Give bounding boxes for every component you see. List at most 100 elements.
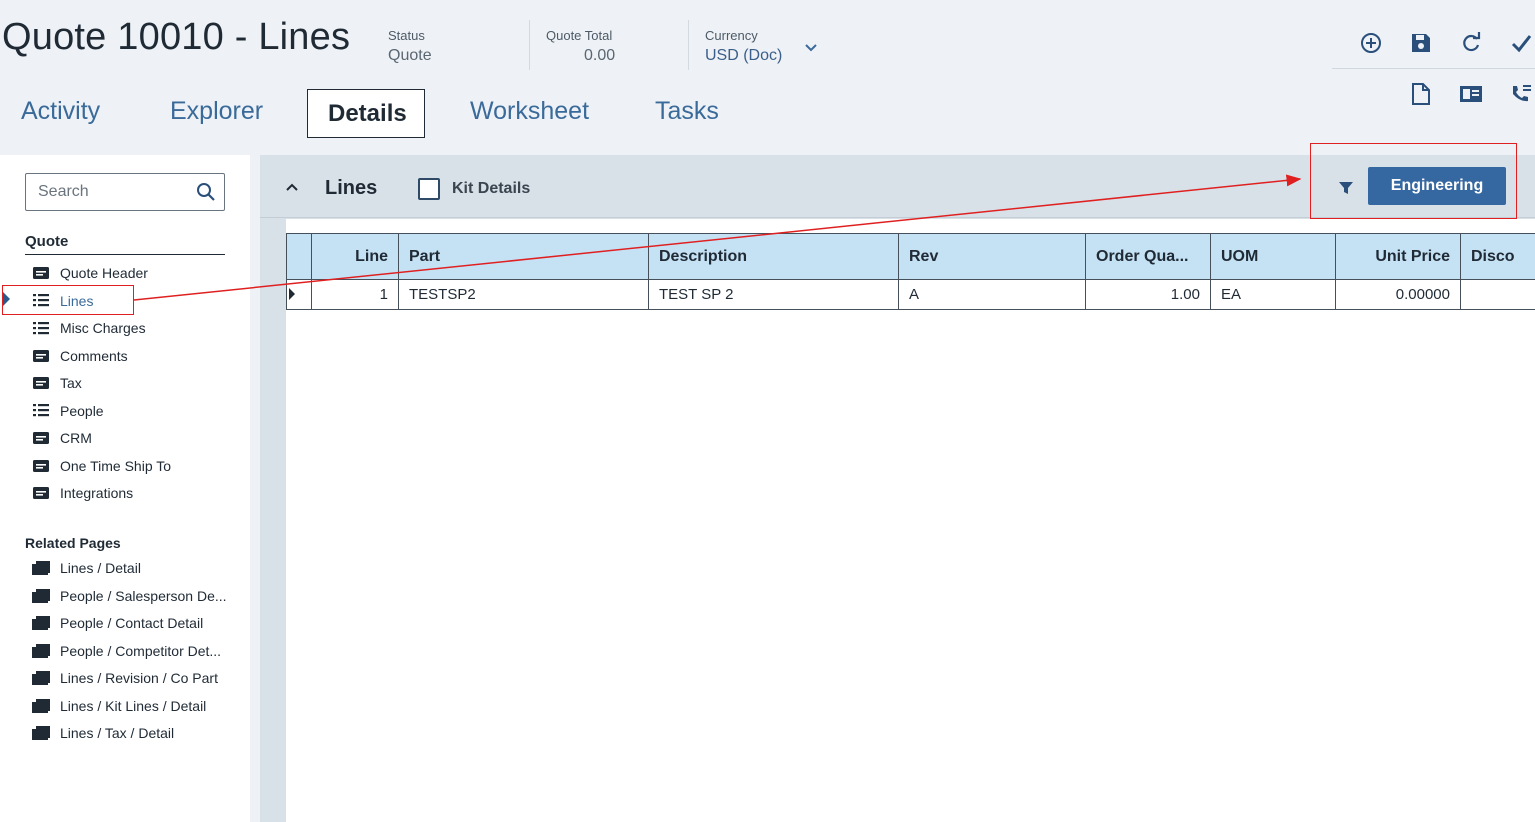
cell-line[interactable]: 1	[311, 279, 399, 310]
cell-discount[interactable]	[1460, 279, 1535, 310]
nav-section-related: Related Pages	[25, 535, 121, 551]
card-icon	[32, 486, 50, 500]
refresh-icon[interactable]	[1458, 30, 1484, 56]
currency-value[interactable]: USD (Doc)	[705, 46, 782, 66]
tab-activity[interactable]: Activity	[21, 88, 100, 137]
current-row-icon	[289, 288, 295, 300]
save-icon[interactable]	[1408, 30, 1434, 56]
sidebar-item-label: Integrations	[60, 485, 134, 501]
header-divider	[688, 20, 689, 70]
related-page-label: Lines / Revision / Co Part	[60, 670, 218, 686]
card-icon	[32, 431, 50, 445]
add-icon[interactable]	[1358, 30, 1384, 56]
sidebar-item-lines[interactable]: Lines	[32, 290, 93, 312]
pages-icon	[32, 671, 50, 685]
row-selector[interactable]	[286, 279, 312, 310]
sidebar-item-label: Lines	[60, 292, 94, 309]
card-icon	[32, 349, 50, 363]
column-header-line[interactable]: Line	[311, 233, 399, 280]
page-header: Quote 10010 - Lines Status Quote Quote T…	[0, 0, 1535, 155]
status-value: Quote	[388, 47, 432, 64]
pages-icon	[32, 643, 50, 658]
search-input[interactable]	[26, 174, 186, 210]
status-label: Status	[388, 28, 425, 43]
row-selector-header	[286, 233, 312, 280]
related-page-link[interactable]: Lines / Revision / Co Part	[32, 667, 218, 689]
sidebar-item-quote-header[interactable]: Quote Header	[32, 262, 148, 284]
tab-worksheet[interactable]: Worksheet	[470, 88, 589, 137]
pages-icon	[32, 561, 50, 575]
column-header-uom[interactable]: UOM	[1210, 233, 1336, 280]
column-header-unit-price[interactable]: Unit Price	[1335, 233, 1461, 280]
pages-icon	[32, 616, 50, 630]
cell-rev[interactable]: A	[898, 279, 1086, 310]
sidebar-item-misc-charges[interactable]: Misc Charges	[32, 317, 146, 339]
sidebar-item-label: Quote Header	[60, 265, 148, 281]
related-page-label: People / Competitor Det...	[60, 642, 222, 659]
clear-icon[interactable]	[1508, 30, 1534, 56]
quote-total-value: 0.00	[584, 47, 616, 64]
tab-tasks[interactable]: Tasks	[655, 88, 719, 137]
kit-details-checkbox[interactable]	[418, 178, 440, 200]
quote-total-field: Quote Total 0.00	[546, 26, 615, 66]
lines-grid: Line Part Description Rev Order Qua... U…	[286, 233, 1535, 310]
related-page-link[interactable]: Lines / Tax / Detail	[32, 722, 174, 744]
grid-area: Line Part Description Rev Order Qua... U…	[286, 219, 1535, 822]
related-page-link[interactable]: People / Contact Detail	[32, 612, 203, 634]
sidebar-item-label: Tax	[60, 375, 82, 391]
related-page-link[interactable]: People / Salesperson De...	[32, 585, 227, 607]
related-page-link[interactable]: People / Competitor Det...	[32, 640, 221, 662]
cell-description[interactable]: TEST SP 2	[648, 279, 899, 310]
new-page-icon[interactable]	[1408, 81, 1434, 107]
view-icon[interactable]	[1458, 81, 1484, 107]
sidebar-item-label: One Time Ship To	[60, 457, 172, 474]
card-icon	[32, 376, 50, 390]
pages-icon	[32, 726, 50, 740]
cell-uom[interactable]: EA	[1210, 279, 1336, 310]
pages-icon	[32, 698, 50, 713]
sidebar-item-label: People	[60, 402, 104, 419]
related-page-link[interactable]: Lines / Kit Lines / Detail	[32, 695, 206, 717]
column-header-part[interactable]: Part	[398, 233, 649, 280]
search-icon[interactable]	[196, 182, 216, 207]
chevron-up-icon[interactable]	[284, 179, 300, 200]
tab-details[interactable]: Details	[307, 89, 425, 138]
sidebar-item-comments[interactable]: Comments	[32, 345, 128, 367]
tab-explorer[interactable]: Explorer	[170, 88, 263, 137]
currency-label: Currency	[705, 28, 758, 43]
column-header-order-qty[interactable]: Order Qua...	[1085, 233, 1211, 280]
header-divider	[529, 20, 530, 70]
selected-indicator	[2, 291, 10, 307]
table-row[interactable]: 1 TESTSP2 TEST SP 2 A 1.00 EA 0.00000	[286, 279, 1535, 310]
related-page-label: Lines / Tax / Detail	[60, 725, 175, 741]
sidebar-item-people[interactable]: People	[32, 400, 104, 422]
sidebar-item-one-time-ship-to[interactable]: One Time Ship To	[32, 455, 171, 477]
list-icon	[32, 294, 50, 308]
page-title: Quote 10010 - Lines	[2, 16, 351, 58]
sidebar-item-label: CRM	[60, 430, 92, 446]
kit-details-label: Kit Details	[452, 180, 531, 197]
currency-field[interactable]: Currency USD (Doc)	[705, 26, 782, 66]
toolbar-divider	[1332, 68, 1535, 69]
sidebar-item-crm[interactable]: CRM	[32, 427, 92, 449]
list-icon	[32, 321, 50, 335]
nav-section-quote: Quote	[25, 233, 225, 255]
engineering-button[interactable]: Engineering	[1368, 167, 1506, 205]
filter-icon[interactable]	[1337, 179, 1355, 202]
card-icon	[32, 459, 50, 473]
status-field: Status Quote	[388, 26, 432, 66]
column-header-rev[interactable]: Rev	[898, 233, 1086, 280]
panel-header: Lines Kit Details Engineering	[260, 155, 1535, 218]
related-page-link[interactable]: Lines / Detail	[32, 557, 141, 579]
column-header-discount[interactable]: Disco	[1460, 233, 1535, 280]
sidebar-item-tax[interactable]: Tax	[32, 372, 82, 394]
sidebar-item-integrations[interactable]: Integrations	[32, 482, 133, 504]
chevron-down-icon[interactable]	[803, 40, 819, 56]
cell-part[interactable]: TESTSP2	[398, 279, 649, 310]
cell-order-qty[interactable]: 1.00	[1085, 279, 1211, 310]
cell-unit-price[interactable]: 0.00000	[1335, 279, 1461, 310]
column-header-description[interactable]: Description	[648, 233, 899, 280]
sidebar-item-label: Misc Charges	[60, 320, 146, 336]
related-page-label: People / Contact Detail	[60, 615, 204, 631]
phone-list-icon[interactable]	[1508, 81, 1534, 107]
